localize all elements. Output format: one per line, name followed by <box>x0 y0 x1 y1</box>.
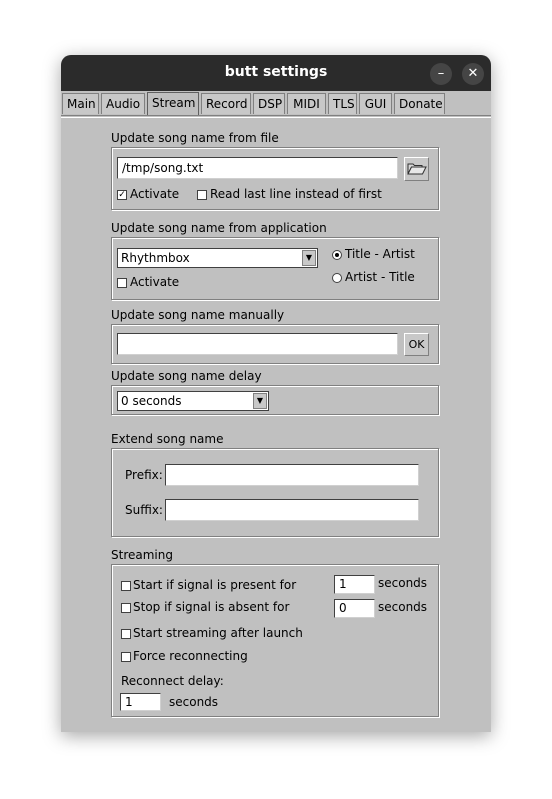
force-reconnect-label: Force reconnecting <box>133 649 248 663</box>
start-if-signal-label: Start if signal is present for <box>133 578 297 592</box>
manual-section-frame: OK <box>111 324 439 364</box>
file-activate-checkbox[interactable]: ✓ <box>117 190 127 200</box>
artist-title-label: Artist - Title <box>345 270 415 284</box>
prefix-input[interactable] <box>165 464 419 486</box>
stream-panel: Update song name from file /tmp/song.txt… <box>61 118 491 732</box>
tab-gui[interactable]: GUI <box>359 93 392 114</box>
chevron-down-icon: ▼ <box>302 250 316 266</box>
suffix-label: Suffix: <box>125 503 163 517</box>
tab-stream[interactable]: Stream <box>147 92 199 116</box>
artist-title-radio[interactable] <box>332 273 342 283</box>
title-bar[interactable]: butt settings – ✕ <box>61 55 491 91</box>
application-select[interactable]: Rhythmbox ▼ <box>117 248 318 268</box>
start-after-launch-label: Start streaming after launch <box>133 626 303 640</box>
manual-song-name-input[interactable] <box>117 333 398 355</box>
file-section-frame: /tmp/song.txt ✓ Activate Read last line … <box>111 147 439 210</box>
app-section-label: Update song name from application <box>111 221 327 235</box>
extend-section-label: Extend song name <box>111 432 224 446</box>
close-icon[interactable]: ✕ <box>462 63 484 85</box>
minimize-icon[interactable]: – <box>430 63 452 85</box>
settings-window: butt settings – ✕ Main Audio Stream Reco… <box>61 55 491 732</box>
application-select-value: Rhythmbox <box>121 251 190 265</box>
tab-tls[interactable]: TLS <box>328 93 357 114</box>
delay-select[interactable]: 0 seconds ▼ <box>117 391 269 411</box>
stop-signal-seconds-input[interactable]: 0 <box>334 599 375 618</box>
start-after-launch-checkbox[interactable] <box>121 629 131 639</box>
tab-donate[interactable]: Donate <box>394 93 445 114</box>
tab-bar: Main Audio Stream Record DSP MIDI TLS GU… <box>61 91 491 116</box>
streaming-section-label: Streaming <box>111 548 173 562</box>
browse-file-button[interactable] <box>404 157 429 181</box>
prefix-label: Prefix: <box>125 468 163 482</box>
title-artist-label: Title - Artist <box>345 247 415 261</box>
suffix-input[interactable] <box>165 499 419 521</box>
file-section-label: Update song name from file <box>111 131 279 145</box>
app-activate-checkbox[interactable] <box>117 278 127 288</box>
read-last-line-checkbox[interactable] <box>197 190 207 200</box>
start-signal-seconds-label: seconds <box>378 576 428 590</box>
delay-section-frame: 0 seconds ▼ <box>111 385 439 415</box>
reconnect-delay-seconds-label: seconds <box>169 695 219 709</box>
tab-record[interactable]: Record <box>201 93 251 114</box>
window-title: butt settings <box>224 64 328 80</box>
ok-button[interactable]: OK <box>404 333 429 356</box>
manual-section-label: Update song name manually <box>111 308 285 322</box>
tab-dsp[interactable]: DSP <box>253 93 285 114</box>
tab-main[interactable]: Main <box>62 93 99 114</box>
tab-midi[interactable]: MIDI <box>287 93 326 114</box>
chevron-down-icon: ▼ <box>253 393 267 409</box>
stop-signal-seconds-label: seconds <box>378 600 428 614</box>
streaming-section-frame: Start if signal is present for 1 seconds… <box>111 564 439 717</box>
app-section-frame: Rhythmbox ▼ Activate Title - Artist Arti… <box>111 237 439 300</box>
reconnect-delay-input[interactable]: 1 <box>120 693 161 711</box>
read-last-line-label: Read last line instead of first <box>210 187 382 201</box>
force-reconnect-checkbox[interactable] <box>121 652 131 662</box>
app-activate-label: Activate <box>130 275 180 289</box>
start-if-signal-checkbox[interactable] <box>121 581 131 591</box>
delay-select-value: 0 seconds <box>121 394 182 408</box>
start-signal-seconds-input[interactable]: 1 <box>334 575 375 594</box>
title-artist-radio[interactable] <box>332 250 342 260</box>
tab-audio[interactable]: Audio <box>101 93 145 114</box>
stop-if-signal-label: Stop if signal is absent for <box>133 600 290 614</box>
file-activate-label: Activate <box>130 187 180 201</box>
reconnect-delay-label: Reconnect delay: <box>121 674 224 688</box>
folder-open-icon <box>406 163 427 175</box>
stop-if-signal-checkbox[interactable] <box>121 603 131 613</box>
extend-section-frame: Prefix: Suffix: <box>111 448 439 537</box>
song-file-path-input[interactable]: /tmp/song.txt <box>117 157 398 179</box>
delay-section-label: Update song name delay <box>111 369 262 383</box>
